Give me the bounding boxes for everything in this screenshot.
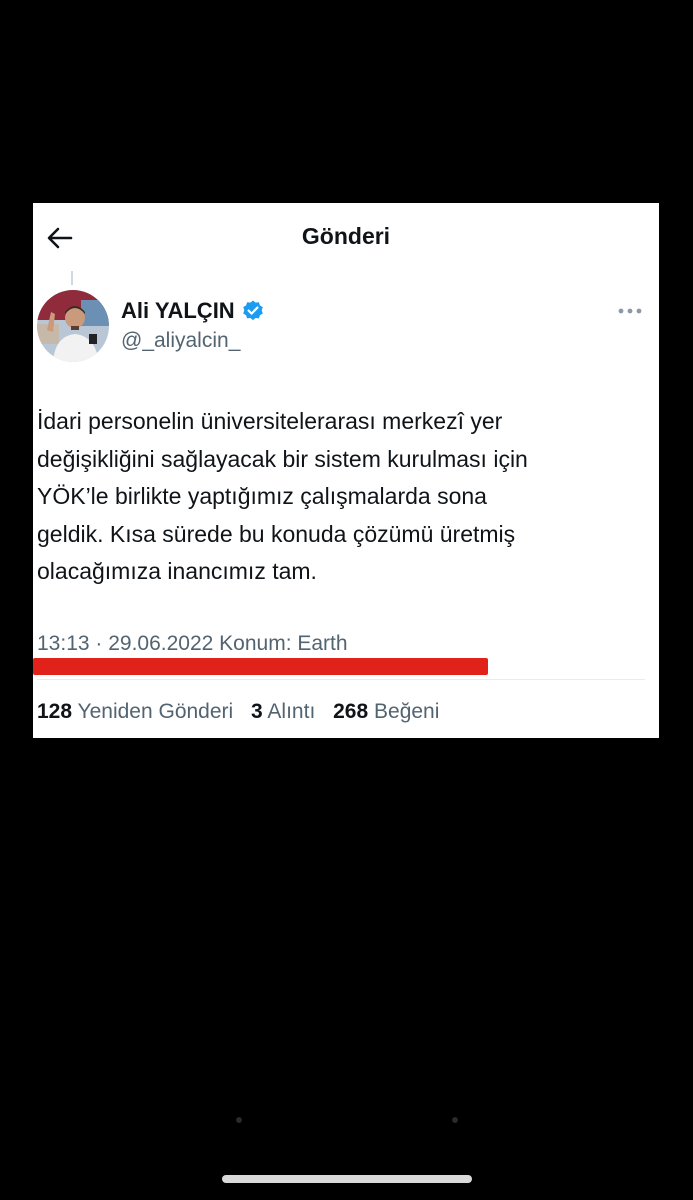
retweets-label: Yeniden Gönderi [77,700,234,723]
tweet-detail-card: Gönderi Ali YALÇIN @_aliyalcin_ İdari pe… [33,203,659,738]
author-name[interactable]: Ali YALÇIN [121,298,235,324]
home-indicator[interactable] [222,1175,472,1183]
page-dot-left [236,1117,242,1123]
engagement-stats: 128 Yeniden Gönderi 3 Alıntı 268 Beğeni [37,700,439,724]
likes-count: 268 [333,700,369,723]
likes-label: Beğeni [374,700,440,723]
retweets-stat[interactable]: 128 Yeniden Gönderi [37,700,233,723]
page-title: Gönderi [301,223,391,249]
author-handle[interactable]: @_aliyalcin_ [121,329,240,353]
more-options-button[interactable] [617,303,643,319]
verified-badge-icon [242,300,263,321]
thread-connector-line [71,271,73,285]
tweet-timestamp-location[interactable]: 13:13 · 29.06.2022 Konum: Earth [37,632,348,656]
top-bar: Gönderi [33,203,659,273]
retweets-count: 128 [37,700,73,723]
tweet-text: İdari personelin üniversitelerarası merk… [37,408,528,584]
divider [37,679,645,680]
more-horizontal-icon [618,308,642,314]
quotes-label: Alıntı [267,700,316,723]
quotes-count: 3 [251,700,263,723]
avatar-photo [37,290,109,362]
red-highlight-underline [33,658,488,675]
page-dot-right [452,1117,458,1123]
author-avatar[interactable] [37,290,109,362]
likes-stat[interactable]: 268 Beğeni [333,700,439,723]
quotes-stat[interactable]: 3 Alıntı [251,700,315,723]
screenshot-screen: Gönderi Ali YALÇIN @_aliyalcin_ İdari pe… [0,0,693,1200]
author-name-row: Ali YALÇIN [121,297,265,325]
